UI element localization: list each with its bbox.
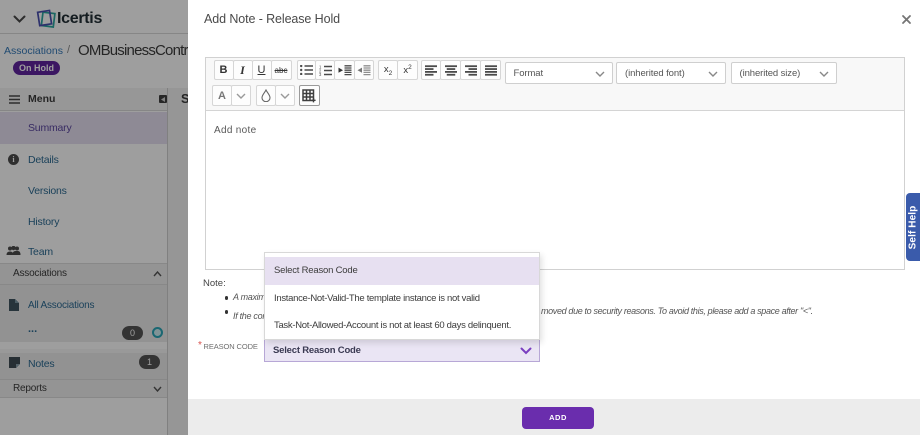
- svg-text:3: 3: [319, 72, 322, 76]
